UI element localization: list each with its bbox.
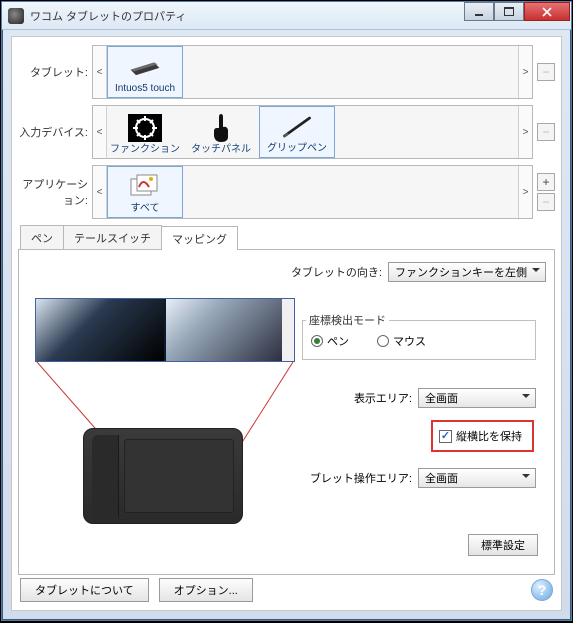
app-prev-button[interactable]: <	[93, 166, 107, 218]
mode-mouse-radio[interactable]: マウス	[377, 333, 426, 349]
input-tile-grippen[interactable]: グリップペン	[259, 106, 335, 158]
mode-pen-label: ペン	[327, 333, 349, 349]
app-icon	[8, 8, 24, 24]
mode-fieldset: 座標検出モード ペン マウス	[302, 320, 536, 360]
mode-mouse-label: マウス	[393, 333, 426, 349]
app-add-button[interactable]: +	[537, 173, 555, 191]
radio-icon	[311, 335, 323, 347]
input-next-button[interactable]: >	[518, 106, 532, 158]
display-area-select[interactable]: 全画面	[418, 388, 536, 408]
input-tile-label: ファンクション	[110, 144, 180, 155]
titlebar[interactable]: ワコム タブレットのプロパティ	[2, 2, 571, 30]
radio-icon	[377, 335, 389, 347]
input-tile-label: グリップペン	[267, 143, 327, 154]
tablet-remove-button[interactable]: −	[537, 63, 555, 81]
app-tile-label: すべて	[131, 203, 160, 214]
help-button[interactable]: ?	[531, 579, 553, 601]
tablet-area-label: ブレット操作エリア:	[310, 470, 412, 486]
default-settings-button[interactable]: 標準設定	[468, 534, 538, 556]
tab-pen[interactable]: ペン	[20, 225, 64, 249]
app-tile-all[interactable]: すべて	[107, 166, 183, 218]
display-area-value: 全画面	[425, 390, 458, 406]
app-strip: < すべて >	[92, 165, 533, 219]
pen-icon	[279, 112, 315, 142]
mode-title: 座標検出モード	[306, 312, 389, 328]
options-button[interactable]: オプション...	[159, 578, 253, 602]
input-tile-touch[interactable]: タッチパネル	[183, 106, 259, 158]
mode-pen-radio[interactable]: ペン	[311, 333, 349, 349]
keep-ratio-label: 縦横比を保持	[456, 428, 522, 444]
input-strip: < ファンクション タッチパネル	[92, 105, 533, 159]
about-tablet-button[interactable]: タブレットについて	[20, 578, 149, 602]
input-row-label: 入力デバイス:	[18, 124, 92, 140]
input-tile-function[interactable]: ファンクション	[107, 106, 183, 158]
tablet-area-value: 全画面	[425, 470, 458, 486]
window: ワコム タブレットのプロパティ タブレット: < Intuos5 touch	[1, 1, 572, 621]
input-remove-button[interactable]: −	[537, 123, 555, 141]
tablet-tile-intuos5[interactable]: Intuos5 touch	[107, 46, 183, 98]
input-tile-label: タッチパネル	[191, 144, 251, 155]
tablet-prev-button[interactable]: <	[93, 46, 107, 98]
monitor-1[interactable]	[36, 299, 164, 361]
orientation-value: ファンクションキーを左側	[395, 264, 527, 280]
all-apps-icon	[127, 172, 163, 202]
client-area: タブレット: < Intuos5 touch > − 入力デバイス	[11, 36, 562, 611]
touch-icon	[203, 113, 239, 143]
orientation-label: タブレットの向き:	[291, 264, 382, 280]
display-area-label: 表示エリア:	[354, 390, 412, 406]
app-row-label: アプリケーション:	[18, 176, 92, 208]
tab-panel-mapping: タブレットの向き: ファンクションキーを左側	[18, 249, 555, 575]
app-remove-button[interactable]: −	[537, 193, 555, 211]
orientation-select[interactable]: ファンクションキーを左側	[388, 262, 546, 282]
maximize-button[interactable]	[494, 2, 524, 21]
tabs: ペン テールスイッチ マッピング タブレットの向き: ファンクションキーを左側	[18, 225, 555, 575]
tablet-tile-label: Intuos5 touch	[115, 83, 175, 94]
tab-mapping[interactable]: マッピング	[161, 226, 238, 250]
tab-tail-switch[interactable]: テールスイッチ	[63, 225, 162, 249]
input-prev-button[interactable]: <	[93, 106, 107, 158]
minimize-button[interactable]	[464, 2, 494, 21]
tablet-icon	[127, 52, 163, 82]
function-icon	[127, 113, 163, 143]
tablet-row-label: タブレット:	[18, 64, 92, 80]
tablet-preview[interactable]	[83, 428, 243, 524]
keep-ratio-checkbox[interactable]	[439, 430, 452, 443]
monitor-2[interactable]	[166, 299, 294, 361]
window-title: ワコム タブレットのプロパティ	[30, 8, 186, 24]
close-button[interactable]	[524, 2, 570, 21]
monitor-preview	[35, 298, 295, 524]
keep-ratio-highlight: 縦横比を保持	[431, 420, 534, 452]
tablet-area-select[interactable]: 全画面	[418, 468, 536, 488]
tablet-strip: < Intuos5 touch >	[92, 45, 533, 99]
app-next-button[interactable]: >	[518, 166, 532, 218]
tablet-next-button[interactable]: >	[518, 46, 532, 98]
